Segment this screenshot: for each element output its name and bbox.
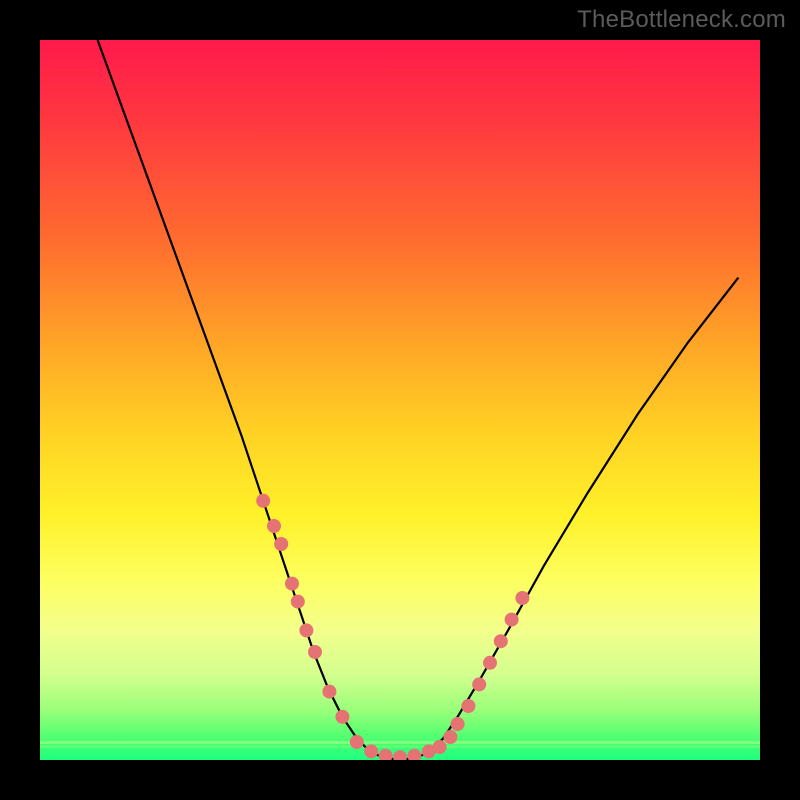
curve-svg: [40, 40, 760, 760]
dot: [461, 699, 475, 713]
dot: [335, 710, 349, 724]
chart-frame: TheBottleneck.com: [0, 0, 800, 800]
dot: [433, 740, 447, 754]
dot: [256, 494, 270, 508]
dot: [472, 677, 486, 691]
dot: [267, 519, 281, 533]
dot: [379, 749, 393, 760]
dot: [451, 717, 465, 731]
dot: [308, 645, 322, 659]
dot: [322, 685, 336, 699]
dot: [291, 595, 305, 609]
dot: [443, 730, 457, 744]
dot: [515, 591, 529, 605]
dot: [364, 744, 378, 758]
dot: [299, 623, 313, 637]
dot: [407, 749, 421, 760]
dot: [393, 750, 407, 760]
dot: [505, 613, 519, 627]
watermark-label: TheBottleneck.com: [577, 6, 786, 34]
plot-area: [40, 40, 760, 760]
dot: [483, 656, 497, 670]
dot: [274, 537, 288, 551]
dot: [494, 634, 508, 648]
bottleneck-curve: [98, 40, 739, 760]
dot: [285, 577, 299, 591]
dot: [350, 735, 364, 749]
highlight-dots: [256, 494, 529, 760]
